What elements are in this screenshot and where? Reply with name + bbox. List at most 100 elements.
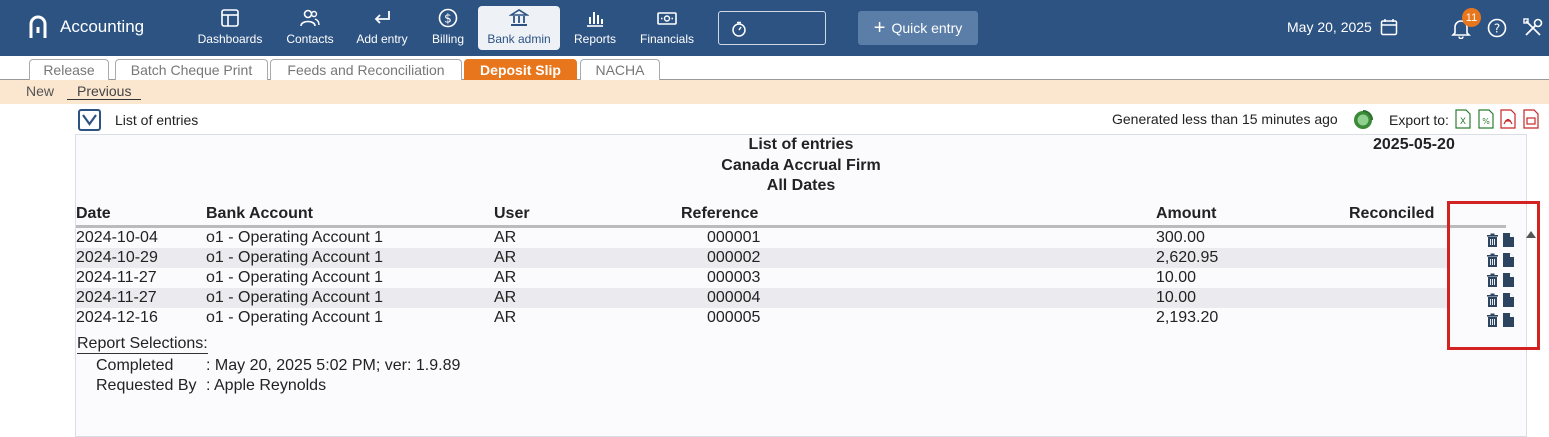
table-row: 2024-11-27 o1 - Operating Account 1 AR 0000…	[76, 268, 1448, 288]
svg-text:%: %	[1482, 117, 1490, 126]
report-selections-title: Report Selections:	[77, 335, 208, 354]
table-row: 2024-10-29 o1 - Operating Account 1 AR 0000…	[76, 248, 1448, 268]
table-row: 2024-12-16 o1 - Operating Account 1 AR 0000…	[76, 308, 1448, 328]
report-title: List of entries	[748, 136, 854, 153]
csv-export-icon[interactable]: %	[1478, 109, 1494, 129]
cell-bank-account: o1 - Operating Account 1	[206, 269, 383, 286]
header-date-picker[interactable]: May 20, 2025	[1287, 18, 1398, 36]
quick-entry-button[interactable]: + Quick entry	[858, 11, 978, 45]
nav-reports[interactable]: Reports	[570, 6, 620, 50]
nav-label: Add entry	[356, 32, 408, 46]
col-date: Date	[76, 205, 111, 222]
cell-user: AR	[494, 309, 517, 326]
app-brand[interactable]: Accounting	[28, 14, 144, 40]
completed-label: Completed	[96, 357, 174, 374]
col-user: User	[494, 205, 530, 222]
cell-bank-account: o1 - Operating Account 1	[206, 229, 383, 246]
bank-icon	[509, 9, 529, 26]
tab-feeds-and-reconciliation[interactable]: Feeds and Reconciliation	[270, 59, 462, 80]
plus-icon: +	[873, 17, 886, 39]
quick-entry-label: Quick entry	[891, 20, 963, 36]
financials-icon	[657, 12, 677, 25]
cell-date: 2024-12-16	[76, 309, 158, 326]
requested-by-value: : Apple Reynolds	[206, 377, 327, 394]
svg-text:$: $	[444, 12, 452, 26]
report-bar-title: List of entries	[115, 112, 199, 128]
cell-reference: 000003	[707, 269, 761, 286]
cell-date: 2024-10-29	[76, 249, 158, 266]
timer-button[interactable]	[718, 11, 826, 45]
add-entry-icon	[374, 11, 390, 24]
stopwatch-icon	[732, 21, 746, 37]
col-reference: Reference	[681, 205, 759, 222]
tab-release[interactable]: Release	[29, 59, 109, 80]
pdf-print-icon[interactable]	[1523, 109, 1539, 129]
tab-label: NACHA	[595, 62, 645, 78]
nav-label: Dashboards	[197, 32, 263, 46]
cell-date: 2024-11-27	[76, 269, 157, 286]
svg-text:?: ?	[1494, 22, 1500, 36]
subnav-previous[interactable]: Previous	[67, 83, 142, 100]
collapse-toggle[interactable]	[78, 109, 101, 131]
cell-amount: 2,193.20	[1156, 309, 1219, 326]
app-logo-icon	[29, 15, 47, 38]
nav-billing[interactable]: $ Billing	[426, 6, 470, 50]
cell-bank-account: o1 - Operating Account 1	[206, 249, 383, 266]
nav-financials[interactable]: Financials	[636, 6, 698, 50]
svg-text:X: X	[1460, 117, 1466, 127]
col-reconciled: Reconciled	[1349, 205, 1435, 222]
report-firm: Canada Accrual Firm	[721, 157, 881, 174]
cell-amount: 300.00	[1156, 229, 1205, 246]
excel-export-icon[interactable]: X	[1455, 109, 1471, 129]
dashboard-icon	[221, 9, 239, 27]
nav-contacts[interactable]: Contacts	[282, 6, 338, 50]
report-period: All Dates	[766, 177, 836, 194]
tab-bar: Release Batch Cheque Print Feeds and Rec…	[0, 56, 1549, 80]
cell-bank-account: o1 - Operating Account 1	[206, 289, 383, 306]
table-row: 2024-11-27 o1 - Operating Account 1 AR 0000…	[76, 288, 1448, 308]
tab-label: Deposit Slip	[480, 62, 561, 78]
nav-label: Bank admin	[487, 32, 551, 46]
report-panel: List of entries Canada Accrual Firm All …	[75, 134, 1536, 437]
refresh-icon[interactable]	[1352, 109, 1374, 131]
subnav-new[interactable]: New	[26, 83, 54, 99]
requested-by-label: Requested By	[96, 377, 197, 394]
cell-amount: 2,620.95	[1156, 249, 1219, 266]
tab-batch-cheque-print[interactable]: Batch Cheque Print	[115, 59, 268, 80]
notification-badge: 11	[1462, 8, 1481, 27]
export-label: Export to:	[1389, 112, 1449, 128]
cell-amount: 10.00	[1156, 289, 1197, 306]
highlight-box	[1447, 201, 1540, 350]
col-bank-account: Bank Account	[206, 205, 313, 222]
billing-icon: $	[438, 8, 458, 28]
report-date: 2025-05-20	[1373, 136, 1455, 153]
completed-value: : May 20, 2025 5:02 PM; ver: 1.9.89	[206, 357, 461, 374]
nav-label: Reports	[573, 32, 617, 46]
table-row: 2024-10-04 o1 - Operating Account 1 AR 0000…	[76, 228, 1448, 248]
help-icon[interactable]: ?	[1486, 17, 1508, 39]
contacts-icon	[300, 9, 320, 27]
cell-reference: 000004	[707, 289, 761, 306]
cell-bank-account: o1 - Operating Account 1	[206, 309, 383, 326]
nav-dashboards[interactable]: Dashboards	[196, 6, 264, 50]
nav-bank-admin[interactable]: Bank admin	[478, 6, 560, 50]
cell-user: AR	[494, 289, 517, 306]
header-date: May 20, 2025	[1287, 19, 1372, 35]
tab-deposit-slip[interactable]: Deposit Slip	[464, 59, 577, 80]
sub-nav: New Previous	[0, 80, 1549, 104]
cell-date: 2024-11-27	[76, 289, 157, 306]
nav-add-entry[interactable]: Add entry	[352, 6, 412, 50]
nav-label: Billing	[431, 32, 464, 46]
generated-status: Generated less than 15 minutes ago	[1112, 111, 1338, 127]
cell-reference: 000002	[707, 249, 761, 266]
tab-label: Feeds and Reconciliation	[287, 62, 445, 78]
tools-icon[interactable]	[1522, 17, 1544, 39]
cell-date: 2024-10-04	[76, 229, 158, 246]
chevron-down-icon	[82, 114, 97, 126]
tab-nacha[interactable]: NACHA	[580, 59, 660, 80]
nav-label: Contacts	[286, 32, 334, 46]
cell-amount: 10.00	[1156, 269, 1197, 286]
pdf-export-icon[interactable]	[1500, 109, 1516, 129]
calendar-icon	[1380, 19, 1398, 36]
tab-label: Release	[43, 62, 95, 78]
